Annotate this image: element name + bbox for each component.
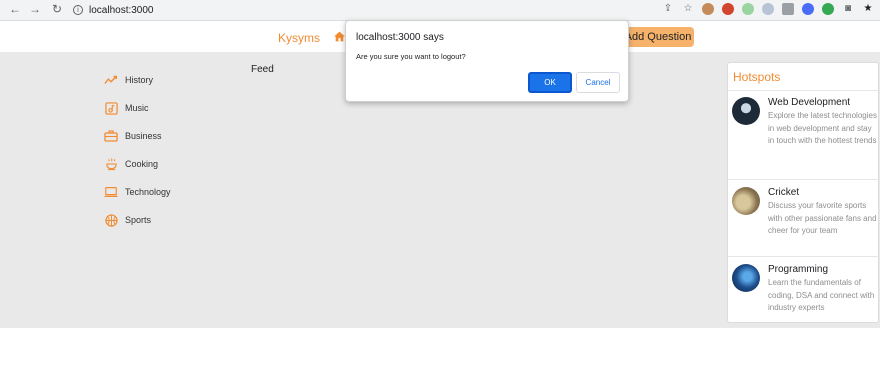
extension-icon[interactable]	[782, 3, 794, 15]
sidebar-item-business[interactable]: Business	[104, 122, 171, 150]
extension-icon[interactable]	[742, 3, 754, 15]
ok-button[interactable]: OK	[528, 72, 572, 93]
forward-arrow-icon[interactable]: →	[26, 2, 44, 16]
hotspot-name[interactable]: Cricket	[768, 187, 799, 198]
extension-icon[interactable]	[802, 3, 814, 15]
hotspot-description: Discuss your favorite sports with other …	[768, 201, 877, 235]
dialog-title: localhost:3000 says	[356, 32, 444, 43]
sidebar-item-music[interactable]: Music	[104, 94, 171, 122]
sidebar-item-label: Technology	[125, 187, 171, 197]
hotspot-name[interactable]: Programming	[768, 264, 828, 275]
sidebar-item-label: Cooking	[125, 159, 159, 169]
extension-icon[interactable]	[822, 3, 834, 15]
trend-icon	[104, 73, 118, 87]
extension-icon[interactable]	[762, 3, 774, 15]
divider	[728, 90, 880, 91]
cancel-button[interactable]: Cancel	[576, 72, 620, 93]
sidebar-item-history[interactable]: History	[104, 66, 171, 94]
brand-logo[interactable]: Kysyms	[278, 31, 320, 45]
divider	[728, 256, 880, 257]
sidebar-item-label: History	[125, 75, 154, 85]
hotspots-panel: Hotspots Web Development Explore the lat…	[727, 62, 880, 323]
puzzle-icon[interactable]: ★	[862, 3, 874, 15]
divider	[728, 179, 880, 180]
logout-confirm-dialog: localhost:3000 says Are you sure you wan…	[345, 20, 629, 102]
extension-icons: ⇪ ☆ ◙ ★	[662, 3, 874, 15]
avatar	[732, 187, 760, 215]
hotspot-name[interactable]: Web Development	[768, 97, 850, 108]
sidebar-item-technology[interactable]: Technology	[104, 178, 171, 206]
hotspots-title: Hotspots	[733, 70, 781, 84]
hotspot-description: Explore the latest technologies in web d…	[768, 111, 877, 145]
bookmark-star-icon[interactable]: ☆	[682, 3, 694, 15]
url-text[interactable]: localhost:3000	[89, 5, 154, 16]
sidebar-item-label: Music	[125, 103, 149, 113]
address-bar[interactable]: i localhost:3000	[70, 2, 698, 18]
sidebar-item-label: Business	[125, 131, 162, 141]
browser-toolbar: ← → ↻ i localhost:3000 ⇪ ☆ ◙ ★	[0, 0, 880, 21]
extension-icon[interactable]	[722, 3, 734, 15]
back-arrow-icon[interactable]: ←	[6, 2, 24, 16]
sidebar-item-cooking[interactable]: Cooking	[104, 150, 171, 178]
reload-icon[interactable]: ↻	[48, 2, 66, 16]
cooking-icon	[104, 157, 118, 171]
basketball-icon	[104, 213, 118, 227]
extension-icon[interactable]	[702, 3, 714, 15]
camera-icon[interactable]: ◙	[842, 3, 854, 15]
sidebar-item-sports[interactable]: Sports	[104, 206, 171, 234]
add-question-button[interactable]: Add Question	[622, 27, 694, 47]
site-info-icon[interactable]: i	[73, 5, 83, 15]
share-icon[interactable]: ⇪	[662, 3, 674, 15]
laptop-icon	[104, 185, 118, 199]
sidebar: History Music Business Cooking Technolog…	[104, 66, 171, 234]
dialog-message: Are you sure you want to logout?	[356, 52, 466, 61]
sidebar-item-label: Sports	[125, 215, 152, 225]
feed-heading: Feed	[251, 64, 274, 75]
avatar	[732, 264, 760, 292]
music-icon	[104, 101, 118, 115]
avatar	[732, 97, 760, 125]
briefcase-icon	[104, 129, 118, 143]
hotspot-description: Learn the fundamentals of coding, DSA an…	[768, 278, 875, 312]
